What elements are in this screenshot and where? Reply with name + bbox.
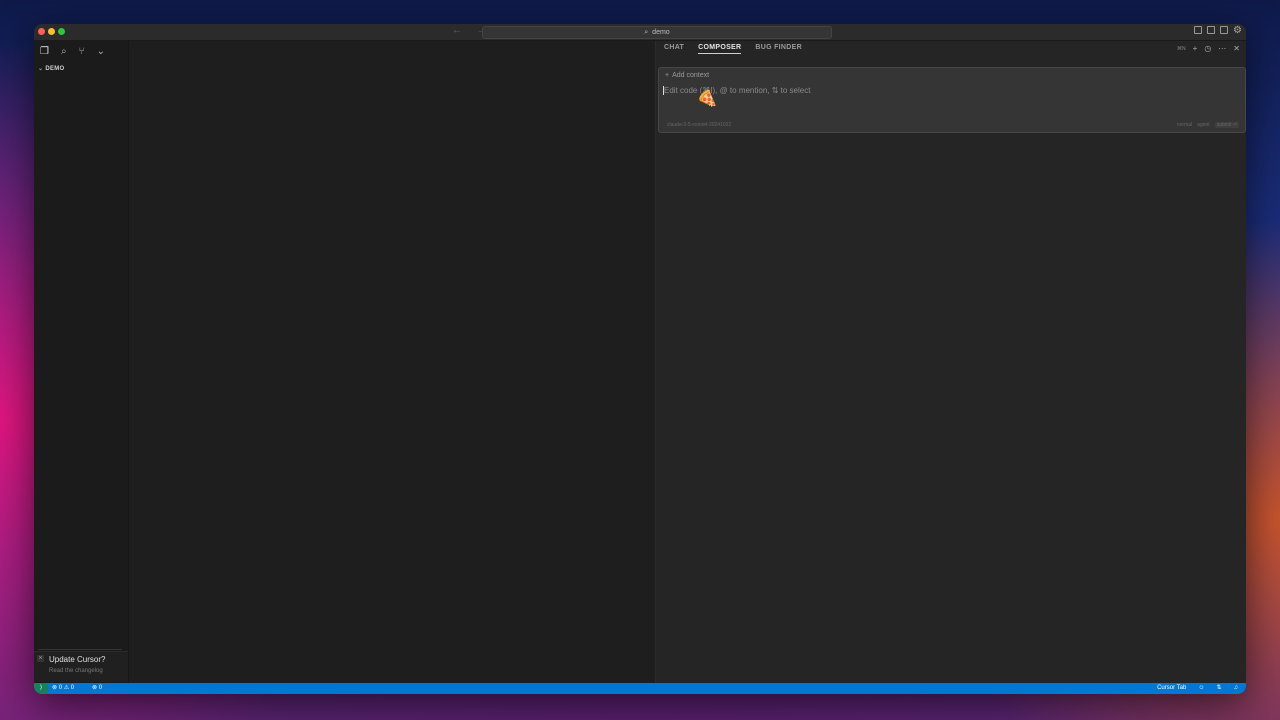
sidebar: ❐ ⌕ ⑂ ⌄ ⌄ DEMO × Update Cursor? Read the …	[34, 41, 129, 683]
more-icon[interactable]: ⋯	[1218, 44, 1226, 53]
tab-composer[interactable]: COMPOSER	[698, 44, 742, 54]
explorer-folder-header[interactable]: ⌄ DEMO	[34, 61, 128, 72]
minimize-window-button[interactable]	[48, 28, 55, 35]
cursor-window: ← → ⌕ demo ⚙ ❐ ⌕ ⑂ ⌄ ⌄ DEMO × Update Curs…	[34, 24, 1246, 694]
submit-button[interactable]: submit ⏎	[1214, 122, 1239, 128]
problems-indicator[interactable]: ⊗ 0 ⚠ 0	[52, 683, 74, 694]
layout-controls: ⚙	[1194, 26, 1242, 36]
command-center-label: demo	[652, 29, 670, 36]
sync-icon[interactable]: ⇅	[1216, 683, 1221, 694]
tab-bug-finder[interactable]: BUG FINDER	[755, 44, 802, 54]
panel-tabs: CHAT COMPOSER BUG FINDER	[664, 44, 802, 54]
toggle-primary-sidebar-icon[interactable]	[1194, 26, 1203, 34]
title-bar: ← → ⌕ demo ⚙	[34, 24, 1246, 41]
composer-input-box[interactable]: + Add context Edit code (⌘I), @ to mentio…	[658, 67, 1246, 133]
composer-prompt-input[interactable]: Edit code (⌘I), @ to mention, ⇅ to selec…	[663, 86, 811, 96]
add-context-label: Add context	[672, 72, 710, 79]
editor-area[interactable]	[129, 41, 655, 683]
model-name: claude-3-5-sonnet-20241022	[667, 122, 732, 128]
close-icon[interactable]: ✕	[1233, 44, 1240, 53]
plus-icon[interactable]: +	[1193, 44, 1198, 53]
mode-toggle-agent[interactable]: agent	[1197, 122, 1210, 128]
bell-icon[interactable]: ♫	[1234, 683, 1239, 694]
panel-actions: ⌘N + ◷ ⋯ ✕	[1177, 44, 1240, 53]
add-context-button[interactable]: + Add context	[665, 72, 709, 79]
files-icon[interactable]: ❐	[40, 46, 49, 57]
outline-divider	[38, 649, 122, 650]
history-icon[interactable]: ◷	[1204, 44, 1211, 53]
search-icon[interactable]: ⌕	[61, 46, 67, 57]
ai-panel: CHAT COMPOSER BUG FINDER ⌘N + ◷ ⋯ ✕ + Add…	[656, 41, 1246, 683]
copilot-icon[interactable]: ☺	[1198, 683, 1204, 694]
chevron-down-icon: ⌄	[38, 66, 44, 72]
tab-chat[interactable]: CHAT	[664, 44, 684, 54]
close-icon[interactable]: ×	[37, 655, 44, 662]
activity-bar: ❐ ⌕ ⑂ ⌄	[34, 41, 128, 61]
remote-indicator-icon[interactable]: ⟩	[34, 683, 48, 694]
chevron-down-icon[interactable]: ⌄	[97, 46, 105, 57]
new-composer-shortcut: ⌘N	[1177, 45, 1186, 52]
mode-toggle-normal[interactable]: normal	[1177, 122, 1192, 128]
changelog-link[interactable]: Read the changelog	[49, 668, 103, 674]
command-center-search[interactable]: ⌕ demo	[482, 26, 832, 39]
plus-icon: +	[665, 72, 670, 79]
close-window-button[interactable]	[38, 28, 45, 35]
toggle-panel-icon[interactable]	[1207, 26, 1216, 34]
composer-controls: normal agent submit ⏎	[1177, 122, 1239, 128]
toggle-secondary-sidebar-icon[interactable]	[1220, 26, 1229, 34]
folder-name: DEMO	[45, 66, 65, 72]
source-control-icon[interactable]: ⑂	[79, 46, 85, 57]
gear-icon[interactable]: ⚙	[1233, 26, 1242, 36]
maximize-window-button[interactable]	[58, 28, 65, 35]
cursor-tab-status[interactable]: Cursor Tab	[1157, 683, 1186, 694]
status-bar: ⟩ ⊗ 0 ⚠ 0 ⊗ 0 Cursor Tab ☺ ⇅ ♫	[34, 683, 1246, 694]
ports-indicator[interactable]: ⊗ 0	[92, 683, 102, 694]
search-icon: ⌕	[644, 29, 649, 36]
notification-title[interactable]: Update Cursor?	[49, 655, 105, 664]
status-bar-right: Cursor Tab ☺ ⇅ ♫	[1157, 683, 1238, 694]
update-notification: × Update Cursor? Read the changelog	[34, 651, 128, 682]
model-selector[interactable]: claude-3-5-sonnet-20241022	[667, 122, 731, 128]
composer-placeholder: Edit code (⌘I), @ to mention, ⇅ to selec…	[664, 86, 811, 95]
